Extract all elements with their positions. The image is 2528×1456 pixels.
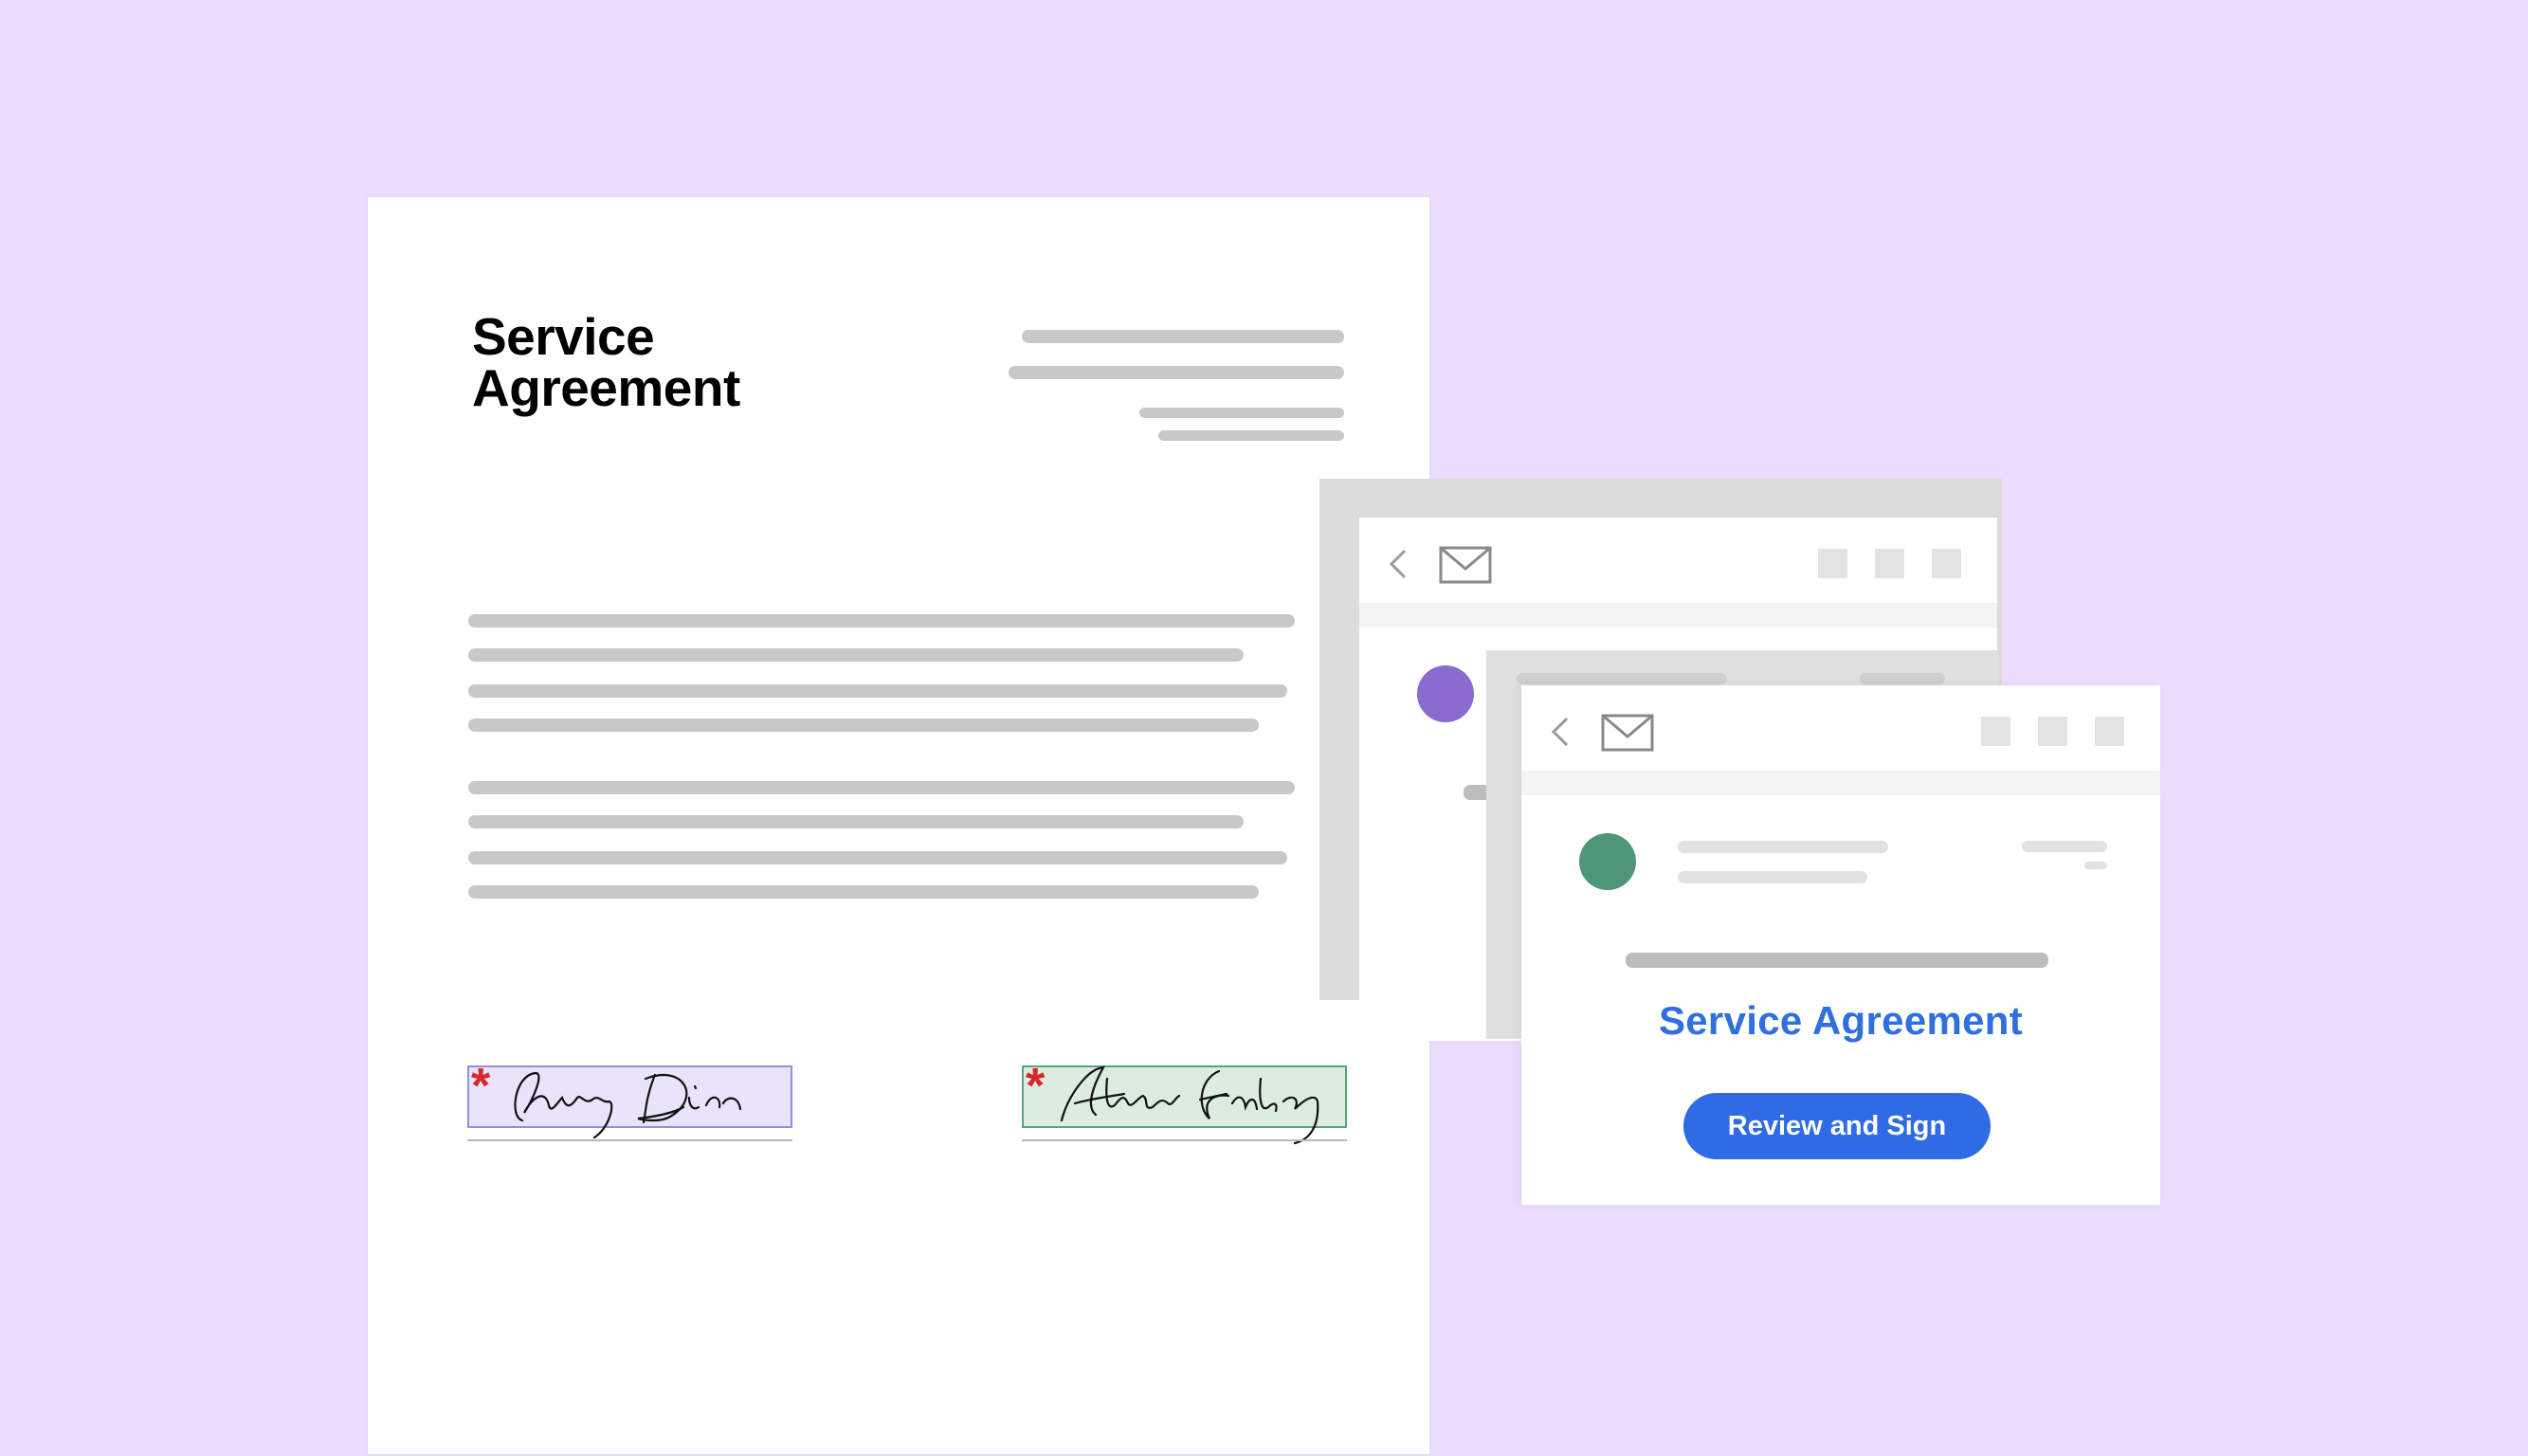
toolbar-square-button[interactable] [1875, 549, 1904, 578]
toolbar-square-button[interactable] [1981, 717, 2010, 746]
email-heading: Service Agreement [1658, 998, 2024, 1043]
email-window-front: Service Agreement Review and Sign [1521, 685, 2160, 1205]
toolbar-square-button[interactable] [2095, 717, 2124, 746]
signature-line-2 [1022, 1139, 1347, 1141]
email-subbar [1521, 771, 2160, 795]
toolbar-square-button[interactable] [2038, 717, 2067, 746]
placeholder-line [468, 815, 1244, 828]
handwritten-signature-2 [1060, 1065, 1319, 1145]
chevron-left-icon[interactable] [1550, 715, 1571, 749]
toolbar-square-button[interactable] [1932, 549, 1961, 578]
placeholder-line [1860, 673, 1945, 684]
placeholder-line [1678, 871, 1867, 883]
signature-field-1[interactable]: * [467, 1059, 792, 1139]
mail-icon [1601, 714, 1654, 752]
sender-avatar [1579, 833, 1636, 890]
placeholder-line [468, 614, 1295, 628]
document-title-line2: Agreement [472, 358, 740, 417]
sender-avatar [1417, 665, 1474, 722]
placeholder-line [468, 885, 1259, 899]
placeholder-line [2084, 862, 2107, 869]
placeholder-line [1158, 430, 1344, 441]
placeholder-line [1517, 673, 1727, 684]
review-and-sign-button[interactable]: Review and Sign [1683, 1093, 1991, 1159]
placeholder-line [468, 684, 1287, 698]
handwritten-signature-1 [514, 1071, 742, 1139]
document-title: Service Agreement [472, 307, 740, 417]
toolbar-square-button[interactable] [1818, 549, 1847, 578]
placeholder-line [2022, 841, 2107, 852]
placeholder-line [1626, 953, 2048, 968]
required-asterisk: * [471, 1059, 491, 1114]
placeholder-line [468, 781, 1295, 794]
placeholder-line [1139, 408, 1344, 418]
placeholder-line [1678, 841, 1888, 853]
chevron-left-icon[interactable] [1388, 547, 1409, 581]
placeholder-line [1009, 366, 1344, 379]
placeholder-line [468, 648, 1244, 662]
required-asterisk: * [1026, 1059, 1046, 1114]
mail-icon [1439, 546, 1492, 584]
placeholder-line [468, 851, 1287, 864]
signature-field-2[interactable]: * [1022, 1059, 1347, 1145]
email-toolbar [1359, 518, 1997, 603]
email-subbar [1359, 603, 1997, 628]
service-agreement-document: Service Agreement * * [366, 195, 1431, 1456]
email-toolbar [1521, 685, 2160, 771]
signature-line-1 [467, 1139, 792, 1141]
placeholder-line [468, 719, 1259, 732]
placeholder-line [1022, 330, 1344, 343]
document-title-line1: Service [472, 307, 655, 366]
